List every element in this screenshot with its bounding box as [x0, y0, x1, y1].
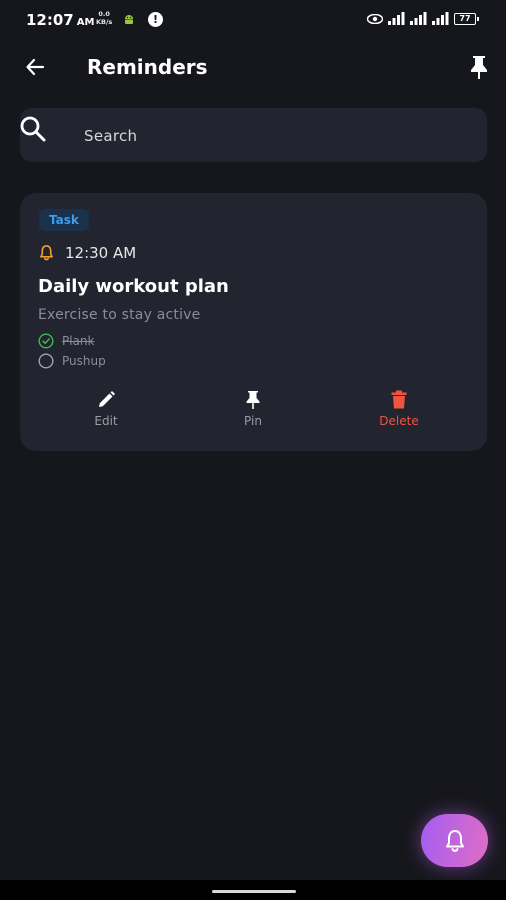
signal-icon-2	[410, 12, 427, 25]
search-icon	[20, 116, 46, 142]
edit-button[interactable]: Edit	[66, 389, 146, 433]
network-speed-value: 0.0	[98, 10, 110, 18]
search-bar[interactable]	[20, 108, 487, 164]
status-time-ampm: AM	[76, 17, 95, 28]
status-time: 12:07 AM	[26, 11, 94, 29]
bell-icon	[40, 245, 53, 261]
category-tag: Task	[39, 209, 89, 231]
checklist-item-label: Pushup	[62, 354, 106, 368]
delete-button[interactable]: Delete	[359, 389, 439, 433]
reminder-time: 12:30 AM	[65, 244, 137, 262]
network-speed-unit: KB/s	[96, 18, 113, 26]
empty-circle-icon[interactable]	[38, 353, 54, 369]
pin-button[interactable]: Pin	[213, 389, 293, 433]
android-icon	[125, 15, 133, 24]
checklist-item-label: Plank	[62, 334, 95, 348]
checklist-item[interactable]: Pushup	[38, 353, 106, 369]
signal-icon	[388, 12, 405, 25]
pin-icon	[246, 391, 260, 409]
page-title: Reminders	[87, 55, 208, 79]
edit-label: Edit	[94, 414, 118, 428]
pin-label: Pin	[244, 414, 262, 428]
battery-level: 77	[459, 13, 471, 23]
check-circle-icon[interactable]	[38, 333, 54, 349]
search-input[interactable]	[82, 108, 466, 164]
bell-add-icon	[445, 829, 464, 852]
reminder-card[interactable]: Task 12:30 AM Daily workout plan Exercis…	[20, 193, 487, 451]
back-arrow-icon	[26, 58, 45, 76]
pin-icon	[471, 56, 487, 79]
app-bar: Reminders	[0, 44, 506, 92]
status-time-value: 12:07	[26, 11, 74, 29]
checklist-item[interactable]: Plank	[38, 333, 94, 349]
pinned-filter-button[interactable]	[464, 52, 494, 82]
status-indicators: 77	[367, 12, 479, 25]
reminder-title: Daily workout plan	[38, 276, 229, 297]
eye-icon	[367, 13, 383, 24]
battery-icon: 77	[454, 12, 479, 25]
delete-label: Delete	[379, 414, 419, 428]
add-reminder-button[interactable]	[421, 814, 488, 867]
alert-icon: !	[148, 12, 163, 27]
pencil-icon	[99, 391, 115, 407]
status-bar: 12:07 AM 0.0 KB/s ! 77	[0, 0, 506, 40]
network-speed: 0.0 KB/s	[96, 10, 112, 26]
system-nav-bar	[0, 880, 506, 900]
back-button[interactable]	[20, 52, 50, 82]
trash-icon	[391, 390, 407, 409]
home-gesture-handle[interactable]	[212, 890, 296, 893]
reminder-description: Exercise to stay active	[38, 307, 201, 323]
signal-icon-3	[432, 12, 449, 25]
